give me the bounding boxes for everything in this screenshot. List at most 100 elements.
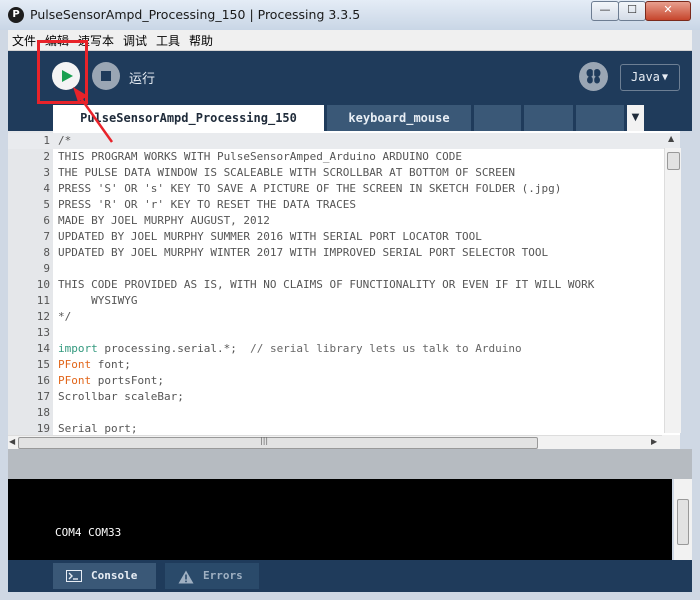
debug-button[interactable] [579, 62, 608, 91]
menu-bar: 文件 编辑 速写本 调试 工具 帮助 [8, 30, 692, 51]
code-text: THE PULSE DATA WINDOW IS SCALEABLE WITH … [58, 165, 515, 181]
line-number: 4 [43, 182, 50, 195]
stop-button[interactable] [92, 62, 120, 90]
maximize-button[interactable]: ☐ [618, 1, 646, 21]
minimize-button[interactable]: — [591, 1, 619, 21]
console-output: COM4 COM33 [55, 526, 122, 539]
line-number: 9 [43, 262, 50, 275]
menu-file[interactable]: 文件 [12, 32, 36, 49]
scroll-corner [662, 435, 680, 449]
line-number: 3 [43, 166, 50, 179]
menu-help[interactable]: 帮助 [189, 32, 213, 49]
code-line[interactable]: 3 THE PULSE DATA WINDOW IS SCALEABLE WITH… [8, 165, 680, 181]
code-token: processing.serial.*; [97, 342, 237, 355]
line-number: 17 [36, 390, 50, 403]
code-token: THE PULSE DATA WINDOW IS SCALEABLE WITH … [58, 166, 515, 179]
annotation-highlight-box [37, 40, 88, 104]
menu-debug[interactable]: 调试 [123, 32, 147, 49]
scrollbar-thumb[interactable] [18, 437, 538, 449]
line-number: 12 [36, 310, 50, 323]
code-token: Serial port; [58, 422, 138, 435]
tab-placeholder[interactable] [474, 105, 521, 131]
code-token: Scrollbar scaleBar; [58, 390, 184, 403]
code-text: /* [58, 133, 71, 149]
run-status-label: 运行 [129, 72, 156, 87]
code-token: PRESS 'R' OR 'r' KEY TO RESET THE DATA T… [58, 198, 357, 211]
code-token: MADE BY JOEL MURPHY AUGUST, 2012 [58, 214, 270, 227]
butterfly-debugger-icon [586, 69, 601, 84]
errors-tab[interactable]: Errors [165, 563, 259, 589]
console-area [8, 479, 672, 560]
code-text: PFont portsFont; [58, 373, 164, 389]
close-button[interactable]: ✕ [645, 1, 691, 21]
code-token: WYSIWYG [58, 294, 138, 307]
window-frame-left [0, 30, 8, 600]
code-text: PRESS 'S' OR 's' KEY TO SAVE A PICTURE O… [58, 181, 561, 197]
code-text: MADE BY JOEL MURPHY AUGUST, 2012 [58, 213, 270, 229]
warning-icon [178, 570, 194, 584]
line-number: 6 [43, 214, 50, 227]
tab-menu-button[interactable]: ▼ [627, 105, 644, 131]
code-line[interactable]: 6 MADE BY JOEL MURPHY AUGUST, 2012 [8, 213, 680, 229]
code-line[interactable]: 17 Scrollbar scaleBar; [8, 389, 680, 405]
line-number: 1 [43, 134, 50, 147]
stop-icon [101, 71, 111, 81]
code-line[interactable]: 8 UPDATED BY JOEL MURPHY WINTER 2017 WITH… [8, 245, 680, 261]
scrollbar-thumb[interactable] [667, 152, 680, 170]
tab-pulsesensor[interactable]: PulseSensorAmpd_Processing_150 [53, 105, 324, 131]
tab-placeholder[interactable] [524, 105, 573, 131]
code-line[interactable]: 2 THIS PROGRAM WORKS WITH PulseSensorAmpe… [8, 149, 680, 165]
code-line[interactable]: 1 /* [8, 133, 680, 149]
code-line[interactable]: 15 PFont font; [8, 357, 680, 373]
code-line[interactable]: 13 [8, 325, 680, 341]
code-token: font; [91, 358, 131, 371]
line-number: 15 [36, 358, 50, 371]
code-line[interactable]: 12 */ [8, 309, 680, 325]
code-token: UPDATED BY JOEL MURPHY WINTER 2017 WITH … [58, 246, 549, 259]
code-text: THIS PROGRAM WORKS WITH PulseSensorAmped… [58, 149, 462, 165]
code-line[interactable]: 16 PFont portsFont; [8, 373, 680, 389]
code-line[interactable]: 10 THIS CODE PROVIDED AS IS, WITH NO CLAI… [8, 277, 680, 293]
code-line[interactable]: 9 [8, 261, 680, 277]
code-token: PRESS 'S' OR 's' KEY TO SAVE A PICTURE O… [58, 182, 562, 195]
mode-label: Java [631, 70, 660, 84]
code-line[interactable]: 5 PRESS 'R' OR 'r' KEY TO RESET THE DATA … [8, 197, 680, 213]
keyword-token: import [58, 342, 98, 355]
line-number: 2 [43, 150, 50, 163]
window-title: PulseSensorAmpd_Processing_150 | Process… [30, 7, 361, 22]
code-text: */ [58, 309, 71, 325]
tab-placeholder[interactable] [576, 105, 624, 131]
line-number: 5 [43, 198, 50, 211]
editor-vertical-scrollbar[interactable]: ▲ [664, 134, 681, 433]
line-number: 16 [36, 374, 50, 387]
console-tab-label: Console [91, 569, 138, 582]
line-number: 10 [36, 278, 50, 291]
code-line[interactable]: 14 import processing.serial.*; // serial … [8, 341, 680, 357]
code-text: PFont font; [58, 357, 131, 373]
line-number: 7 [43, 230, 50, 243]
chevron-down-icon: ▼ [662, 72, 669, 83]
scroll-left-arrow-icon[interactable]: ◀ [9, 437, 15, 446]
code-text: Scrollbar scaleBar; [58, 389, 184, 405]
code-text: import processing.serial.*; // serial li… [58, 341, 522, 357]
scroll-right-arrow-icon[interactable]: ▶ [651, 437, 657, 446]
scroll-up-arrow-icon[interactable]: ▲ [668, 134, 674, 143]
code-token: THIS PROGRAM WORKS WITH PulseSensorAmped… [58, 150, 462, 163]
code-line[interactable]: 7 UPDATED BY JOEL MURPHY SUMMER 2016 WITH… [8, 229, 680, 245]
code-text: UPDATED BY JOEL MURPHY WINTER 2017 WITH … [58, 245, 548, 261]
scrollbar-thumb[interactable] [677, 499, 689, 545]
line-number: 11 [36, 294, 50, 307]
code-line[interactable]: 4 PRESS 'S' OR 's' KEY TO SAVE A PICTURE … [8, 181, 680, 197]
console-scrollbar[interactable] [674, 479, 692, 560]
menu-tools[interactable]: 工具 [156, 32, 180, 49]
message-bar [8, 449, 692, 479]
code-line[interactable]: 11 WYSIWYG [8, 293, 680, 309]
processing-app-icon: P [8, 7, 24, 23]
code-token: */ [58, 310, 72, 323]
tab-keyboard-mouse[interactable]: keyboard_mouse [327, 105, 471, 131]
errors-tab-label: Errors [203, 569, 243, 582]
console-tab[interactable]: Console [53, 563, 156, 589]
mode-selector[interactable]: Java ▼ [620, 64, 680, 91]
code-line[interactable]: 18 [8, 405, 680, 421]
editor-horizontal-scrollbar[interactable]: ◀ ||| ▶ [8, 435, 662, 450]
